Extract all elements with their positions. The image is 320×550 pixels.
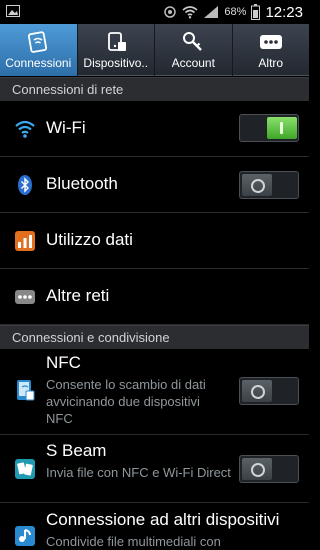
nfc-status-icon xyxy=(164,6,177,18)
key-icon xyxy=(183,32,203,51)
data-usage-title: Utilizzo dati xyxy=(46,230,133,249)
bluetooth-title: Bluetooth xyxy=(46,174,118,193)
bluetooth-toggle[interactable] xyxy=(239,171,299,199)
section-header-network: Connessioni di rete xyxy=(0,77,309,101)
other-networks-title: Altre reti xyxy=(46,286,110,305)
sbeam-row[interactable]: S Beam Invia file con NFC e Wi-Fi Direct xyxy=(0,435,309,503)
data-usage-row[interactable]: Utilizzo dati xyxy=(0,213,309,269)
toggle-knob xyxy=(242,458,272,480)
nfc-toggle[interactable] xyxy=(239,377,299,405)
toggle-knob xyxy=(242,380,272,402)
nfc-subtitle: Consente lo scambio di dati avvicinando … xyxy=(46,377,206,426)
tab-label: Dispositivo.. xyxy=(83,56,149,70)
more-icon xyxy=(259,35,282,49)
sbeam-icon xyxy=(15,459,35,479)
nfc-row[interactable]: NFC Consente lo scambio di dati avvicina… xyxy=(0,349,309,435)
tab-connections[interactable]: Connessioni xyxy=(0,24,78,76)
tab-more[interactable]: Altro xyxy=(233,24,310,76)
wifi-title: Wi-Fi xyxy=(46,118,86,137)
device-icon xyxy=(107,32,126,51)
toggle-knob xyxy=(267,117,297,139)
wifi-toggle[interactable] xyxy=(239,114,299,142)
wifi-status-icon xyxy=(182,6,198,19)
wifi-icon xyxy=(15,120,35,138)
wifi-row[interactable]: Wi-Fi xyxy=(0,101,309,157)
data-usage-icon xyxy=(15,231,35,251)
tab-account[interactable]: Account xyxy=(155,24,233,76)
signal-icon xyxy=(204,6,219,18)
battery-percent: 68% xyxy=(224,6,247,18)
other-devices-title: Connessione ad altri dispositivi xyxy=(46,510,280,529)
other-devices-row[interactable]: Connessione ad altri dispositivi Condivi… xyxy=(0,503,309,550)
tab-label: Account xyxy=(171,56,215,70)
settings-tab-bar: Connessioni Dispositivo.. Account Altro xyxy=(0,24,309,76)
sbeam-subtitle: Invia file con NFC e Wi-Fi Direct xyxy=(46,465,231,480)
tab-device[interactable]: Dispositivo.. xyxy=(78,24,155,76)
other-networks-row[interactable]: Altre reti xyxy=(0,269,309,325)
nfc-title: NFC xyxy=(46,353,81,372)
nfc-icon xyxy=(17,380,35,401)
toggle-knob xyxy=(242,174,272,196)
sbeam-toggle[interactable] xyxy=(239,455,299,483)
sbeam-title: S Beam xyxy=(46,441,107,460)
connected-devices-icon xyxy=(15,526,35,546)
tab-label: Connessioni xyxy=(5,56,72,70)
more-networks-icon xyxy=(15,290,35,304)
tab-label: Altro xyxy=(258,56,284,70)
clock: 12:23 xyxy=(265,3,303,21)
bluetooth-icon xyxy=(18,175,32,195)
section-header-sharing: Connessioni e condivisione xyxy=(0,325,309,349)
status-bar: 68% 12:23 xyxy=(0,0,309,24)
bluetooth-row[interactable]: Bluetooth xyxy=(0,157,309,213)
other-devices-subtitle: Condivide file multimediali con xyxy=(46,534,221,549)
connections-icon xyxy=(28,31,48,53)
gallery-notification-icon xyxy=(6,5,20,17)
battery-icon xyxy=(251,4,261,20)
